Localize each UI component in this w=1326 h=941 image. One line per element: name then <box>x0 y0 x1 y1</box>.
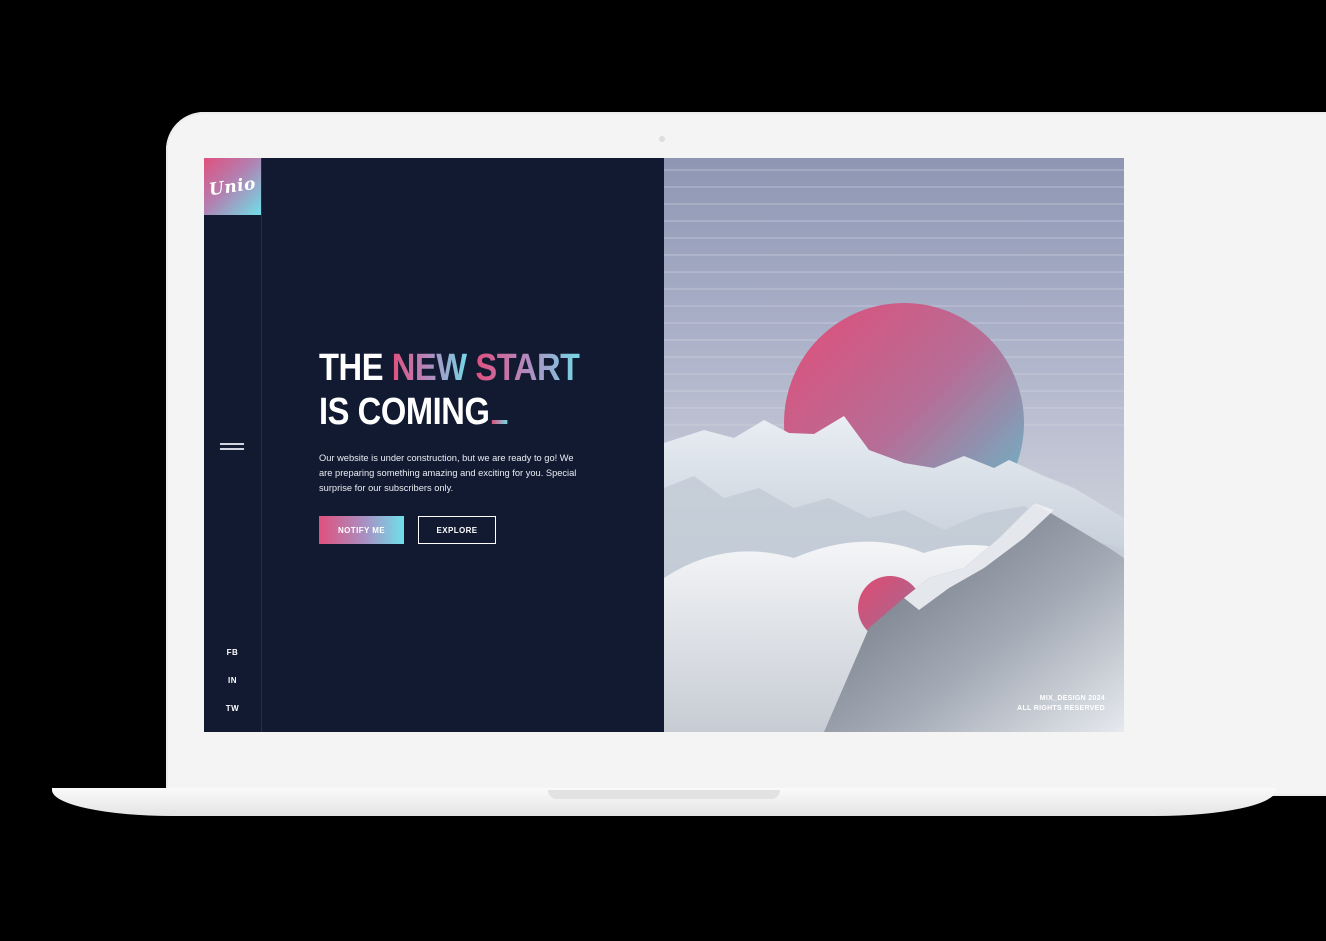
notify-me-button[interactable]: NOTIFY ME <box>319 516 404 544</box>
copyright-line-1: MIX_DESIGN 2024 <box>1039 695 1105 702</box>
camera-dot <box>659 136 665 142</box>
hero-image-panel: MIX_DESIGN 2024 ALL RIGHTS RESERVED <box>664 158 1124 732</box>
social-link-instagram[interactable]: IN <box>204 676 261 685</box>
typing-cursor <box>492 420 508 424</box>
copyright-line-2: ALL RIGHTS RESERVED <box>1017 705 1105 712</box>
headline-word-start: START <box>475 347 580 389</box>
sidebar: Unio FB IN TW <box>204 158 262 732</box>
logo-text: Unio <box>207 173 258 200</box>
mountain-illustration <box>664 169 1124 732</box>
copyright-text: MIX_DESIGN 2024 ALL RIGHTS RESERVED <box>1017 694 1105 714</box>
website-screen: Unio FB IN TW THE NEW START IS COMING Ou… <box>204 158 1124 732</box>
headline-word-the: THE <box>319 347 384 389</box>
laptop-base-notch <box>548 790 780 799</box>
headline-word-new: NEW <box>391 347 467 389</box>
headline-line-2: IS COMING <box>319 391 490 433</box>
social-link-twitter[interactable]: TW <box>204 704 261 713</box>
hero-headline: THE NEW START IS COMING <box>319 346 580 434</box>
explore-button[interactable]: EXPLORE <box>418 516 496 544</box>
brand-logo[interactable]: Unio <box>204 158 261 215</box>
social-link-facebook[interactable]: FB <box>204 648 261 657</box>
hero-description: Our website is under construction, but w… <box>319 453 577 493</box>
hamburger-menu-icon[interactable] <box>220 440 244 452</box>
